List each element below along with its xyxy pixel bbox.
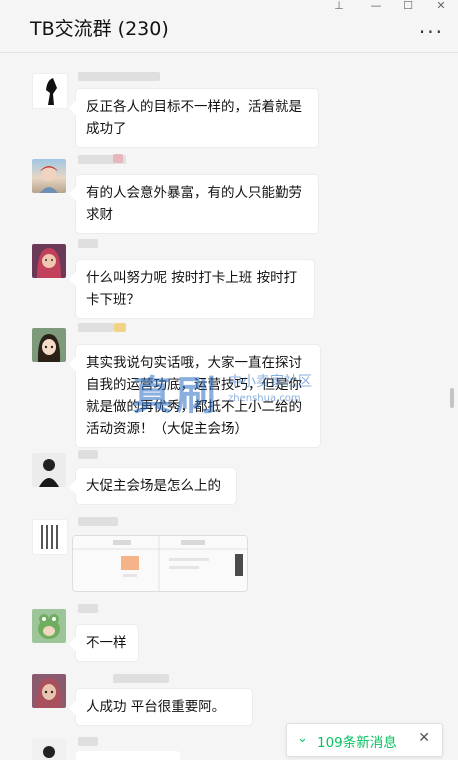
avatar[interactable] [32,244,66,278]
avatar[interactable] [32,674,66,708]
avatar[interactable] [32,159,66,193]
avatar[interactable] [32,453,66,487]
message-text: 不一样 [86,635,127,651]
message-bubble[interactable]: 什么叫努力呢 按时打卡上班 按时打卡下班？ [76,260,314,318]
sender-name-blurred [78,450,98,459]
pin-icon[interactable]: ⊥ [330,0,348,12]
new-messages-notice[interactable]: ⌄ 109条新消息 ✕ [286,723,443,757]
chat-title: TB交流群 (230) [30,18,169,40]
message-text: 什么叫努力呢 按时打卡上班 按时打卡下班？ [86,270,298,308]
watermark-logo: 真刷 中小卖家社区 zhenshua.com [132,373,312,419]
avatar[interactable] [32,609,66,643]
sender-name-blurred [114,323,126,332]
close-icon[interactable]: ✕ [418,730,430,746]
close-button[interactable]: ✕ [432,0,450,12]
sender-name-blurred [78,239,98,248]
avatar[interactable] [32,519,68,555]
sender-name-blurred [78,604,98,613]
scrollbar-thumb[interactable] [450,388,454,408]
message-bubble[interactable]: 有的人会意外暴富，有的人只能勤劳求财 [76,175,318,233]
message-text: 大促主会场是怎么上的 [86,478,221,494]
message-text: 反正各人的目标不一样的，活着就是成功了 [86,99,302,137]
avatar[interactable] [32,328,66,362]
sender-name-blurred [78,323,114,332]
message-bubble[interactable]: 反正各人的目标不一样的，活着就是成功了 [76,89,318,147]
sender-name-blurred [113,674,169,683]
chevron-down-icon: ⌄ [297,731,308,746]
image-message[interactable] [72,535,248,592]
message-bubble-partial[interactable] [76,751,180,760]
avatar[interactable] [32,739,66,760]
more-options-icon[interactable]: ··· [419,22,444,42]
avatar[interactable] [32,73,68,109]
message-bubble[interactable]: 人成功 平台很重要阿。 [76,689,252,725]
minimize-button[interactable]: — [367,0,385,12]
title-bar: TB交流群 (230) ⊥ — ☐ ✕ ··· [0,0,458,53]
sender-name-blurred [113,154,123,163]
message-bubble[interactable]: 不一样 [76,625,138,661]
chat-message-list: 反正各人的目标不一样的，活着就是成功了 有的人会意外暴富，有的人只能勤劳求财 什… [0,53,458,760]
sender-name-blurred [78,72,160,81]
message-text: 有的人会意外暴富，有的人只能勤劳求财 [86,185,302,223]
sender-name-blurred [78,517,118,526]
message-text: 人成功 平台很重要阿。 [86,699,226,715]
maximize-button[interactable]: ☐ [399,0,417,12]
sender-name-blurred [78,737,98,746]
message-bubble[interactable]: 大促主会场是怎么上的 [76,468,236,504]
new-messages-label[interactable]: 109条新消息 [317,731,397,751]
